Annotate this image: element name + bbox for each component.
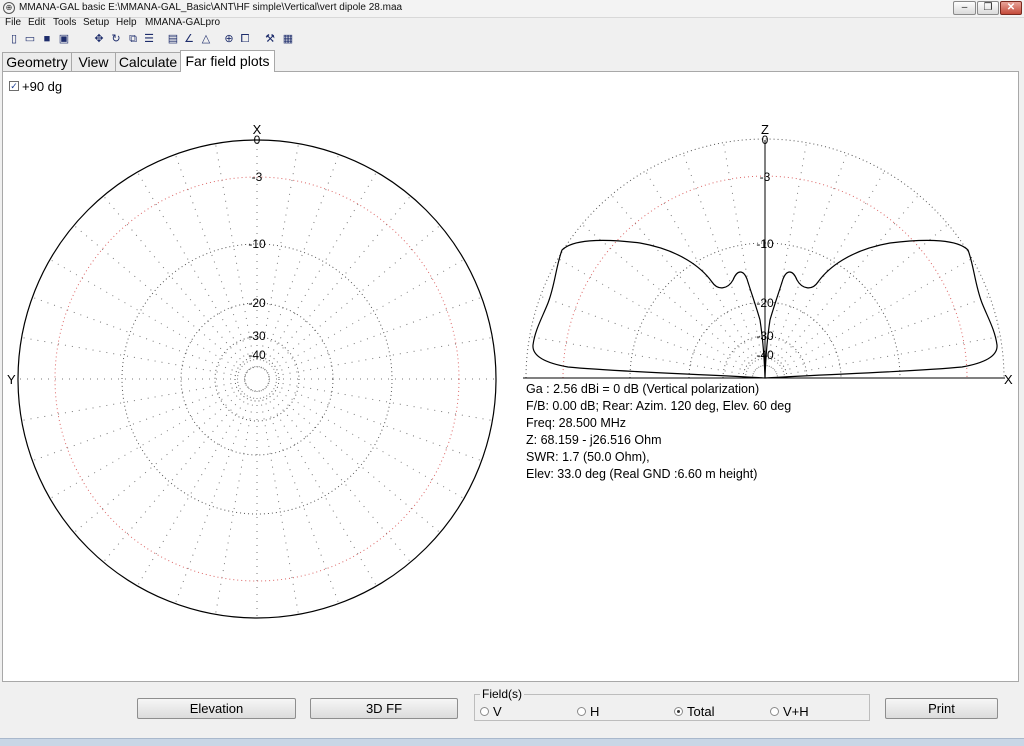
azimuth-grid-spoke [49,384,247,499]
elevation-plot: Z X 0 -3 -10 -20 -30 -40 [523,122,1013,387]
elevation-ring-label-0: 0 [762,133,769,147]
azimuth-grid-ring [180,302,334,456]
azimuth-pattern [17,139,497,619]
azimuth-grid-spoke [137,389,252,587]
field-vh-label: V+H [783,704,809,719]
azimuth-grid-spoke [32,296,246,376]
elevation-ring-label-20: -20 [756,296,774,310]
azimuth-grid-spoke [262,389,377,587]
azimuth-grid-spoke [32,382,246,462]
results-info: Ga : 2.56 dBi = 0 dB (Vertical polarizat… [526,381,791,483]
swr-text: SWR: 1.7 (50.0 Ohm), [526,450,650,464]
azimuth-ring-label-30: -30 [248,329,266,343]
elevation-grid-spoke [776,295,990,375]
fields-groupbox [474,694,870,721]
impedance-text: Z: 68.159 - j26.516 Ohm [526,433,662,447]
field-h-label: H [590,704,600,719]
azimuth-grid-spoke [265,224,441,372]
print-button[interactable]: Print [885,698,998,719]
3d-ff-button[interactable]: 3D FF [310,698,458,719]
frequency-text: Freq: 28.500 MHz [526,416,627,430]
azimuth-grid-spoke [260,390,340,604]
elevation-grid-spoke [770,170,885,368]
azimuth-grid-spoke [264,387,412,563]
azimuth-plot: X Y 0 -3 -10 -20 -30 -40 [7,122,497,619]
azimuth-ring-label-40: -40 [248,348,266,362]
azimuth-ring-label-0: 0 [254,133,261,147]
field-h-radio[interactable] [577,707,586,716]
azimuth-grid-spoke [262,171,377,369]
azimuth-grid-spoke [268,382,482,462]
azimuth-grid-ring [244,366,270,392]
field-total-label: Total [687,704,715,719]
azimuth-grid-spoke [258,390,299,615]
azimuth-grid-spoke [268,296,482,376]
gain-text: Ga : 2.56 dBi = 0 dB (Vertical polarizat… [526,382,760,396]
elevation-grid-spoke [540,295,754,375]
azimuth-grid-spoke [102,387,250,563]
field-total-radio[interactable] [674,707,683,716]
elevation-grid-spoke [776,336,1001,377]
elevation-grid-spoke [775,258,973,373]
azimuth-grid-spoke [102,195,250,371]
azimuth-grid-spoke [21,337,246,378]
elevation-grid-spoke [773,223,949,371]
azimuth-grid-spoke [260,154,340,368]
elevation-grid-spoke [682,153,762,367]
azimuth-grid-spoke [73,224,249,372]
elevation-grid-spoke [772,194,920,370]
azimuth-ring-label-20: -20 [248,296,266,310]
azimuth-axis-y-label: Y [7,372,16,387]
front-back-text: F/B: 0.00 dB; Rear: Azim. 120 deg, Elev.… [526,399,792,413]
elevation-grid-spoke [557,258,755,373]
azimuth-grid-spoke [265,386,441,534]
elevation-grid-spoke [768,153,848,367]
elevation-grid-spoke [645,170,760,368]
azimuth-grid-spoke [174,154,254,368]
field-vh-radio[interactable] [770,707,779,716]
azimuth-grid-ring [121,243,393,515]
azimuth-grid-spoke [21,380,246,421]
elevation-grid-spoke [610,194,758,370]
azimuth-grid-ring [234,356,280,402]
field-v-label: V [493,704,502,719]
azimuth-grid-spoke [215,390,256,615]
elevation-text: Elev: 33.0 deg (Real GND :6.60 m height) [526,467,758,481]
tab-far-field-plots[interactable]: Far field plots [180,50,275,72]
elevation-ring-label-40: -40 [756,348,774,362]
azimuth-ring-label-10: -10 [248,237,266,251]
elevation-axis-x-label: X [1004,372,1013,387]
azimuth-grid-spokes [18,140,496,618]
elevation-ring-label-3: -3 [760,170,771,184]
azimuth-grid-spoke [49,259,247,374]
elevation-button[interactable]: Elevation [137,698,296,719]
elevation-ring-label-30: -30 [756,329,774,343]
azimuth-grid-spoke [264,195,412,371]
azimuth-grid-spoke [267,384,465,499]
field-v-radio[interactable] [480,707,489,716]
far-field-plots: X Y 0 -3 -10 -20 -30 -40 Z X 0 -3 -10 -2… [7,122,1013,619]
azimuth-grid-spoke [174,390,254,604]
azimuth-ring-label-3: -3 [252,170,263,184]
elevation-grid-spoke [581,223,757,371]
azimuth-grid-spoke [73,386,249,534]
azimuth-grid-spoke [137,171,252,369]
elevation-ring-label-10: -10 [756,237,774,251]
azimuth-grid-spoke [267,259,465,374]
fields-group-label: Field(s) [480,687,525,701]
